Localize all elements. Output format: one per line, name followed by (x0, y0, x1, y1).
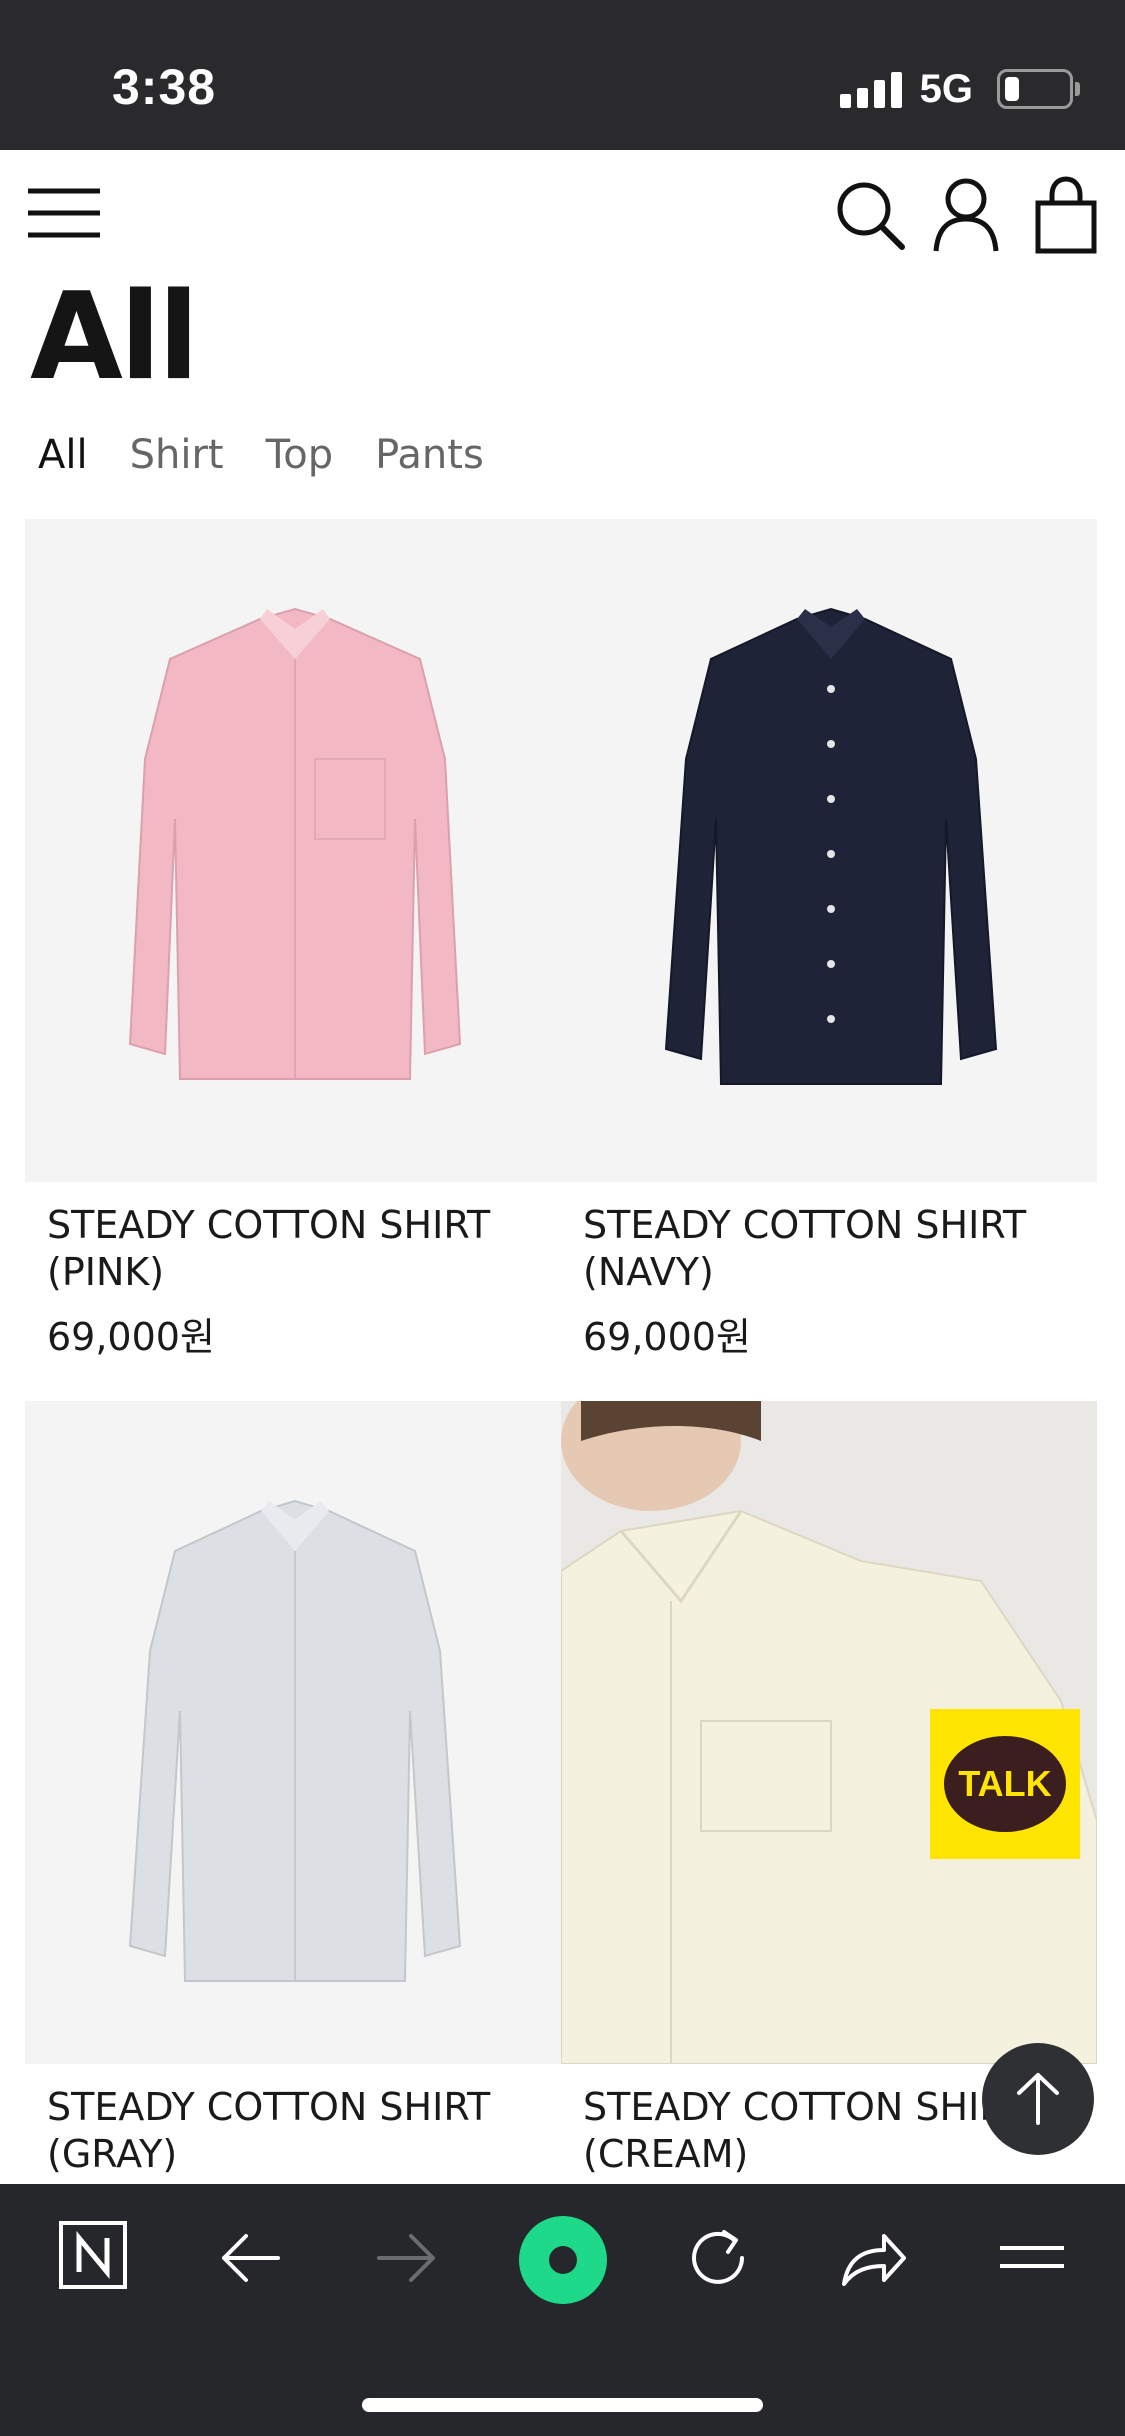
tab-pants[interactable]: Pants (375, 432, 484, 478)
hamburger-icon[interactable] (26, 175, 102, 256)
product-name[interactable]: STEADY COTTON SHIRT (NAVY) (583, 1202, 1097, 1296)
refresh-icon[interactable] (684, 2224, 752, 2297)
status-time: 3:38 (112, 59, 217, 115)
product-name-line1: STEADY COTTON SHIRT (47, 1203, 491, 1247)
product-price: 69,000원 (583, 1315, 751, 1359)
talk-label: TALK (958, 1763, 1052, 1804)
tab-top[interactable]: Top (266, 432, 334, 478)
arrow-up-icon (1017, 2073, 1059, 2125)
scroll-top-button[interactable] (982, 2043, 1094, 2155)
back-arrow-icon[interactable] (218, 2230, 282, 2291)
site-header (0, 150, 1125, 280)
user-icon[interactable] (930, 175, 1002, 260)
network-label: 5G (919, 66, 973, 111)
product-image[interactable] (25, 1401, 561, 2064)
forward-arrow-icon[interactable] (375, 2230, 439, 2291)
product-price: 69,000원 (47, 1315, 215, 1359)
status-indicators: 5G (839, 64, 1080, 114)
search-icon[interactable] (832, 175, 908, 260)
tab-all[interactable]: All (38, 432, 88, 478)
product-name-line2: (GRAY) (47, 2132, 178, 2176)
status-bar: 3:38 5G (0, 0, 1125, 150)
product-name-line1: STEADY COTTON SHIRT (583, 1203, 1027, 1247)
signal-icon (839, 70, 902, 108)
product-card[interactable]: STEADY COTTON SHIRT (PINK) 69,000원 (25, 519, 561, 1361)
share-icon[interactable] (838, 2226, 908, 2295)
page-title: All (30, 268, 199, 407)
kakao-talk-button[interactable]: TALK (930, 1709, 1080, 1859)
battery-fill (1005, 77, 1019, 101)
product-name-line2: (NAVY) (583, 1250, 714, 1294)
battery-icon (997, 69, 1080, 109)
product-image[interactable] (561, 519, 1097, 1182)
home-indicator (362, 2398, 763, 2412)
product-name[interactable]: STEADY COTTON SHIRT (GRAY) (47, 2084, 561, 2178)
product-name-line2: (PINK) (47, 1250, 165, 1294)
naver-n-icon[interactable] (58, 2220, 128, 2295)
menu-icon[interactable] (998, 2240, 1066, 2279)
green-dot-icon[interactable] (517, 2214, 609, 2311)
shopping-bag-icon[interactable] (1034, 175, 1098, 260)
product-card[interactable]: STEADY COTTON SHIRT (NAVY) 69,000원 (561, 519, 1097, 1361)
category-tabs: All Shirt Top Pants (38, 432, 484, 478)
product-name-line1: STEADY COTTON SHIRT (583, 2085, 1027, 2129)
product-name-line2: (CREAM) (583, 2132, 749, 2176)
product-name[interactable]: STEADY COTTON SHIRT (PINK) (47, 1202, 561, 1296)
tab-shirt[interactable]: Shirt (130, 432, 224, 478)
product-card[interactable]: STEADY COTTON SHIRT (GRAY) (25, 1401, 561, 2178)
product-image[interactable] (25, 519, 561, 1182)
product-name-line1: STEADY COTTON SHIRT (47, 2085, 491, 2129)
talk-bubble-icon: TALK (944, 1736, 1066, 1832)
